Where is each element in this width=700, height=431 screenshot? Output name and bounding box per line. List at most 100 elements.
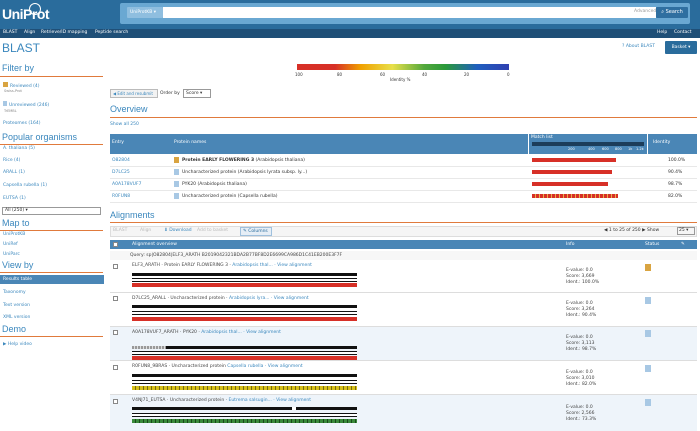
- about-blast-link[interactable]: ? About BLAST: [622, 44, 655, 49]
- alignment-info: E-value: 0.0 Score: 2,566 Ident.: 73.3%: [566, 405, 596, 423]
- help-video-link[interactable]: ▶ Help video: [3, 342, 32, 347]
- query-track: [132, 305, 357, 308]
- protein-name: Uncharacterized protein (Arabidopsis lyr…: [182, 170, 307, 175]
- align-button[interactable]: Align: [140, 228, 151, 233]
- show-all-link[interactable]: Show all 250: [110, 122, 139, 127]
- match-bar[interactable]: [532, 194, 618, 198]
- download-label: Download: [169, 228, 192, 233]
- identity-track: [132, 317, 357, 321]
- view-taxonomy[interactable]: Taxonomy: [3, 290, 26, 295]
- blast-button[interactable]: BLAST: [113, 228, 127, 233]
- edit-columns-icon[interactable]: ✎: [681, 242, 685, 247]
- view-alignment-link[interactable]: · View alignment: [273, 398, 311, 403]
- entry-link[interactable]: D7LC25: [112, 170, 130, 175]
- organism-item[interactable]: Capsella rubella (1): [3, 183, 47, 188]
- uniprot-logo[interactable]: UniProt: [2, 6, 50, 22]
- nav-contact[interactable]: Contact: [674, 30, 692, 35]
- alignment-table-header: [110, 240, 697, 249]
- match-bar[interactable]: [532, 170, 612, 174]
- identity-value: 98.7%: [668, 182, 683, 187]
- reviewed-icon: [174, 157, 179, 163]
- identity-value: 82.0%: [668, 194, 683, 199]
- add-to-basket-button[interactable]: Add to basket: [197, 228, 228, 233]
- organism-link[interactable]: Arabidopsis thal...: [201, 330, 242, 335]
- scale-tick: 600: [602, 147, 609, 151]
- identity: Ident.: 73.3%: [566, 417, 597, 422]
- organism-link[interactable]: Capsella rubella: [227, 364, 263, 369]
- row-checkbox[interactable]: [113, 296, 118, 301]
- match-bar[interactable]: [532, 158, 616, 162]
- row-checkbox[interactable]: [113, 264, 118, 269]
- map-to-heading: Map to: [2, 218, 30, 228]
- view-alignment-link[interactable]: · View alignment: [274, 263, 312, 268]
- coverage-track: [132, 351, 357, 355]
- map-to-uniprotkb[interactable]: UniProtKB: [3, 232, 25, 237]
- nav-retrieve-id-mapping[interactable]: Retrieve/ID mapping: [41, 30, 87, 35]
- swiss-prot-caption: Swiss-Prot: [4, 89, 22, 93]
- page-size-select[interactable]: 25 ▾: [677, 227, 695, 235]
- legend-tick: 60: [380, 72, 386, 77]
- nav-peptide-search[interactable]: Peptide search: [95, 30, 128, 35]
- edit-resubmit-button[interactable]: ◀ Edit and resubmit: [110, 89, 158, 98]
- scale-tick: 1.2k: [636, 147, 644, 151]
- organism-item[interactable]: Rice (4): [3, 158, 20, 163]
- filter-reviewed[interactable]: Reviewed (4): [3, 82, 40, 89]
- nav-help[interactable]: Help: [657, 30, 667, 35]
- filter-unreviewed-label: Unreviewed (246): [9, 103, 50, 108]
- pagination[interactable]: ◀ 1 to 25 of 250 ▶ Show: [604, 228, 659, 233]
- entry-link[interactable]: O82804: [112, 158, 130, 163]
- organism-link[interactable]: Eutrema salsugin...: [228, 398, 271, 403]
- col-protein-names[interactable]: Protein names: [174, 140, 206, 145]
- view-results-table[interactable]: Results table: [0, 275, 104, 284]
- map-to-uniparc[interactable]: UniParc: [3, 252, 20, 257]
- unreviewed-status-icon: [645, 365, 651, 372]
- columns-button[interactable]: ✎ Columns: [240, 227, 272, 236]
- alignment-desc: · PYK20 ·: [180, 330, 200, 335]
- divider: [0, 272, 103, 273]
- view-xml-version[interactable]: XML version: [3, 315, 30, 320]
- view-alignment-link[interactable]: · View alignment: [243, 330, 281, 335]
- basket-button[interactable]: Basket ▾: [665, 41, 697, 54]
- row-checkbox[interactable]: [113, 330, 118, 335]
- order-by-select[interactable]: Score ▾: [183, 89, 211, 98]
- col-identity[interactable]: Identity: [653, 140, 670, 145]
- download-button[interactable]: ⬇ Download: [164, 228, 192, 233]
- organism-select[interactable]: All (250) ▾: [2, 207, 101, 215]
- organism-name: (Arabidopsis lyrata subsp. ly...): [237, 170, 308, 175]
- col-entry[interactable]: Entry: [112, 140, 124, 145]
- row-checkbox[interactable]: [113, 399, 118, 404]
- page-title: BLAST: [2, 41, 41, 55]
- identity-value: 90.4%: [668, 170, 683, 175]
- entry-link[interactable]: R0FUN8: [112, 194, 130, 199]
- organism-item[interactable]: ARALL (1): [3, 170, 25, 175]
- alignments-heading: Alignments: [110, 210, 155, 220]
- view-text-version[interactable]: Text version: [3, 303, 30, 308]
- match-bar[interactable]: [532, 182, 608, 186]
- view-alignment-link[interactable]: · View alignment: [271, 296, 309, 301]
- nav-align[interactable]: Align: [24, 30, 35, 35]
- filter-proteomes[interactable]: Proteomes (164): [3, 121, 40, 126]
- row-checkbox[interactable]: [113, 365, 118, 370]
- search-input[interactable]: [163, 7, 656, 18]
- alignment-desc: · Uncharacterized protein ·: [166, 398, 228, 403]
- unreviewed-status-icon: [645, 330, 651, 337]
- map-to-uniref[interactable]: UniRef: [3, 242, 18, 247]
- organism-item[interactable]: A. thaliana (5): [3, 146, 35, 151]
- logo-circle-icon: [29, 3, 41, 15]
- scale-tick: 800: [615, 147, 622, 151]
- organism-name: (Arabidopsis thaliana): [255, 158, 305, 163]
- col-match-list: Match list: [531, 135, 553, 140]
- alignment-info: E-value: 0.0 Score: 3,264 Ident.: 90.4%: [566, 301, 596, 319]
- database-select[interactable]: UniProtKB ▾: [127, 7, 163, 18]
- organism-link[interactable]: Arabidopsis lyra...: [229, 296, 269, 301]
- filter-unreviewed[interactable]: Unreviewed (246): [3, 101, 49, 108]
- view-alignment-link[interactable]: · View alignment: [265, 364, 303, 369]
- search-button[interactable]: ⌕ Search: [656, 7, 688, 18]
- divider: [110, 117, 697, 118]
- organism-item[interactable]: EUTSA (1): [3, 196, 26, 201]
- col-info: Info: [566, 242, 575, 247]
- organism-link[interactable]: Arabidopsis thal...: [232, 263, 273, 268]
- nav-blast[interactable]: BLAST: [3, 30, 17, 35]
- select-all-checkbox[interactable]: [113, 242, 118, 247]
- entry-link[interactable]: A0A178VUF7: [112, 182, 141, 187]
